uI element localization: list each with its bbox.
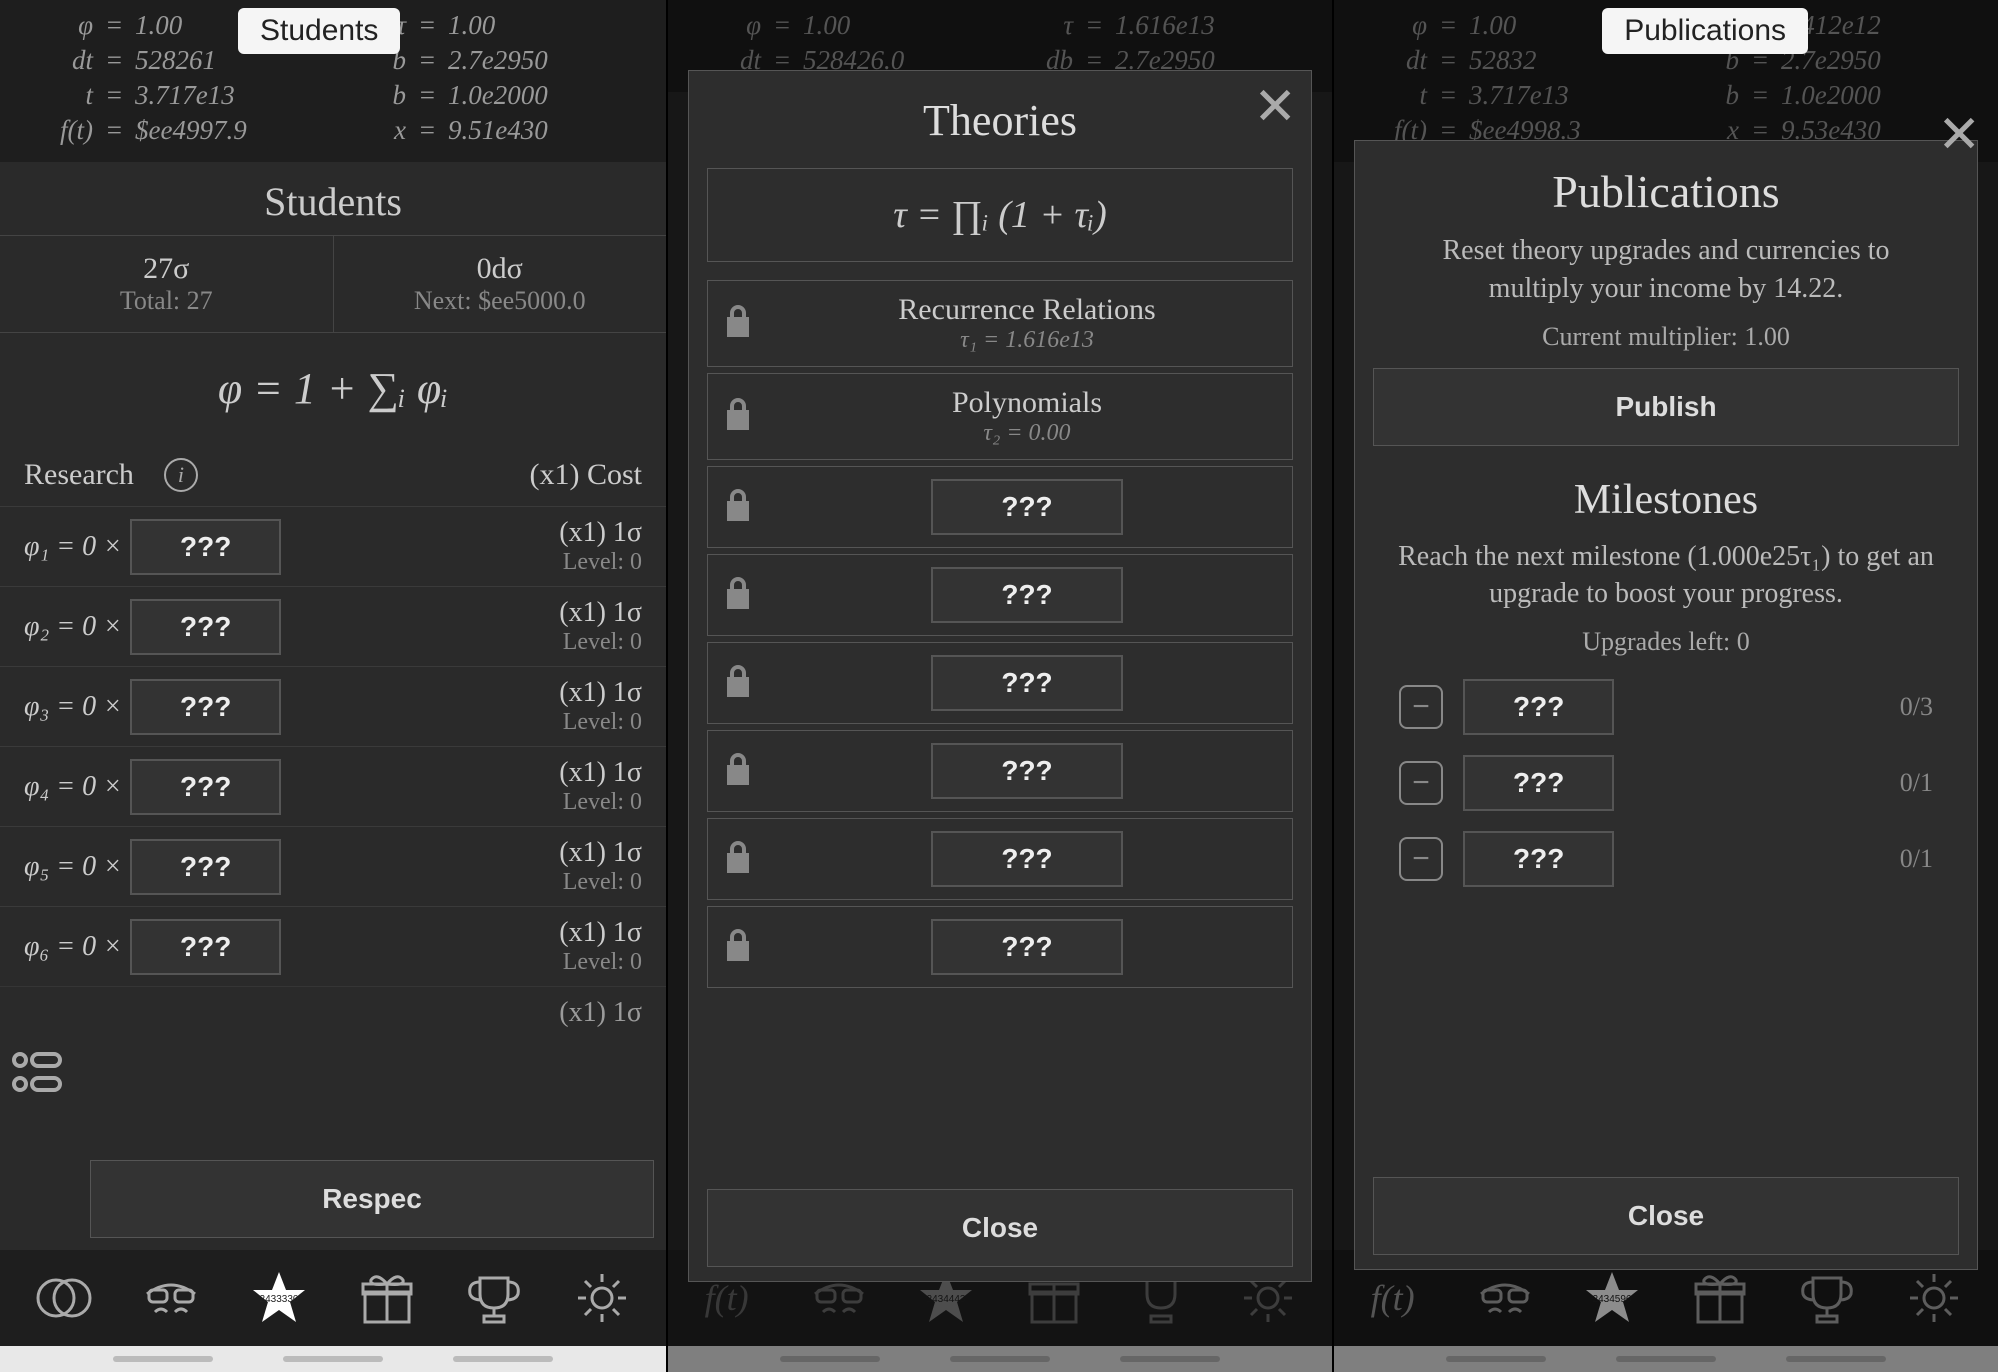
theory-row[interactable]: Polynomialsτ₂ = 0.00 [707, 373, 1293, 460]
research-row[interactable]: φ₃ = 0 ×??? (x1) 1σLevel: 0 [0, 666, 666, 746]
publications-title: Publications [1369, 151, 1963, 228]
students-title: Students [0, 162, 666, 235]
lock-icon [724, 396, 756, 437]
research-header: Research i (x1) Cost [0, 444, 666, 506]
venn-icon[interactable] [30, 1264, 98, 1332]
gear-icon[interactable] [568, 1264, 636, 1332]
close-icon[interactable]: ✕ [1937, 105, 1981, 165]
upgrades-left: Upgrades left: 0 [1369, 627, 1963, 669]
respec-button[interactable]: Respec [90, 1160, 654, 1238]
milestone-row: − ??? 0/1 [1369, 745, 1963, 821]
mystery-box: ??? [130, 519, 281, 575]
research-list: φ₁ = 0 ×??? (x1) 1σLevel: 0 φ₂ = 0 ×??? … [0, 506, 666, 1148]
research-row[interactable]: φ₁ = 0 ×??? (x1) 1σLevel: 0 [0, 506, 666, 586]
theory-row-locked[interactable]: ??? [707, 730, 1293, 812]
mystery-box: ??? [931, 479, 1122, 535]
gift-icon[interactable] [353, 1264, 421, 1332]
panel-publications: Publications φ=1.00 dt=52832 t=3.717e13 … [1332, 0, 1998, 1372]
panel-students: Students φ=1.00 dt=528261 t=3.717e13 f(t… [0, 0, 666, 1372]
minus-button[interactable]: − [1399, 837, 1443, 881]
tag-students: Students [238, 8, 400, 54]
research-row[interactable]: (x1) 1σ [0, 986, 666, 1039]
publications-dialog: ✕ Publications Reset theory upgrades and… [1354, 140, 1978, 1270]
lock-icon [724, 663, 756, 704]
lock-icon [724, 575, 756, 616]
research-row[interactable]: φ₅ = 0 ×??? (x1) 1σLevel: 0 [0, 826, 666, 906]
mystery-box: ??? [1463, 679, 1614, 735]
lock-icon [724, 927, 756, 968]
lock-icon [724, 751, 756, 792]
info-icon[interactable]: i [164, 458, 198, 492]
milestone-count: 0/3 [1900, 692, 1933, 722]
publications-desc: Reset theory upgrades and currencies to … [1369, 228, 1963, 322]
theory-row[interactable]: Recurrence Relationsτ₁ = 1.616e13 [707, 280, 1293, 367]
theory-row-locked[interactable]: ??? [707, 554, 1293, 636]
milestone-row: − ??? 0/3 [1369, 669, 1963, 745]
lock-icon [724, 487, 756, 528]
milestone-row: − ??? 0/1 [1369, 821, 1963, 897]
close-icon[interactable]: ✕ [1253, 77, 1297, 137]
current-multiplier: Current multiplier: 1.00 [1369, 322, 1963, 364]
trophy-icon[interactable] [460, 1264, 528, 1332]
research-row[interactable]: φ₂ = 0 ×??? (x1) 1σLevel: 0 [0, 586, 666, 666]
view-toggle-icon[interactable] [8, 1044, 64, 1100]
theories-dialog: ✕ Theories τ = ∏ᵢ (1 + τᵢ) Recurrence Re… [688, 70, 1312, 1282]
tau-formula: τ = ∏ᵢ (1 + τᵢ) [707, 168, 1293, 262]
research-row[interactable]: φ₄ = 0 ×??? (x1) 1σLevel: 0 [0, 746, 666, 826]
close-button[interactable]: Close [707, 1189, 1293, 1267]
theory-row-locked[interactable]: ??? [707, 906, 1293, 988]
lock-icon [724, 839, 756, 880]
close-button[interactable]: Close [1373, 1177, 1959, 1255]
panel-theories: φ=1.00 dt=528426.0 τ=1.616e13 db=2.7e295… [666, 0, 1332, 1372]
theory-row-locked[interactable]: ??? [707, 466, 1293, 548]
milestones-desc: Reach the next milestone (1.000e25τ₁) to… [1369, 534, 1963, 628]
minus-button[interactable]: − [1399, 761, 1443, 805]
theories-title: Theories [703, 81, 1297, 156]
bottom-nav: 2433330 [0, 1250, 666, 1346]
milestones-title: Milestones [1369, 450, 1963, 534]
glasses-icon[interactable] [137, 1264, 205, 1332]
minus-button[interactable]: − [1399, 685, 1443, 729]
sigma-summary: 27σ Total: 27 0dσ Next: $ee5000.0 [0, 235, 666, 333]
theory-row-locked[interactable]: ??? [707, 642, 1293, 724]
home-indicator [0, 1346, 666, 1372]
tag-publications: Publications [1602, 8, 1808, 54]
star-badge-icon[interactable]: 2433330 [245, 1264, 313, 1332]
publish-button[interactable]: Publish [1373, 368, 1959, 446]
phi-formula: φ = 1 + ∑ᵢ φᵢ [0, 333, 666, 444]
lock-icon [724, 303, 756, 344]
svg-text:2433330: 2433330 [260, 1294, 299, 1305]
theory-row-locked[interactable]: ??? [707, 818, 1293, 900]
research-row[interactable]: φ₆ = 0 ×??? (x1) 1σLevel: 0 [0, 906, 666, 986]
